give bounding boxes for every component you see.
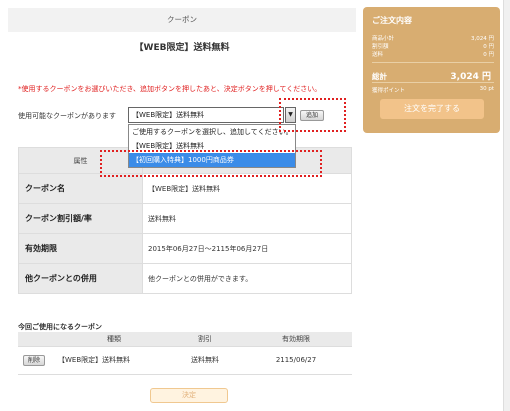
table-row: 削除 【WEB限定】送料無料 送料無料 2115/06/27 bbox=[18, 346, 352, 375]
attr-key: クーポン名 bbox=[18, 173, 143, 204]
cell-expiry: 2115/06/27 bbox=[240, 346, 352, 375]
complete-order-button[interactable]: 注文を完了する bbox=[380, 99, 484, 119]
divider bbox=[372, 82, 494, 83]
attr-value: 他クーポンとの併用ができます。 bbox=[142, 263, 352, 294]
cell-discount: 送料無料 bbox=[170, 346, 240, 375]
column-header: 有効期限 bbox=[240, 332, 352, 347]
highlight-annotation-option bbox=[100, 150, 322, 177]
delete-button[interactable]: 削除 bbox=[23, 354, 45, 366]
points-row: 獲得ポイント 30 pt bbox=[372, 86, 494, 94]
page-scrollbar[interactable] bbox=[503, 0, 510, 411]
main-content: クーポン 【WEB限定】送料無料 *使用するクーポンをお選びいただき、追加ボタン… bbox=[8, 0, 356, 411]
summary-title: ご注文内容 bbox=[372, 16, 412, 25]
attr-value: 【WEB限定】送料無料 bbox=[142, 173, 352, 204]
available-coupon-label: 使用可能なクーポンがあります bbox=[18, 112, 116, 120]
attr-value: 送料無料 bbox=[142, 203, 352, 234]
attr-value: 2015年06月27日～2115年06月27日 bbox=[142, 233, 352, 264]
total-value: 3,024 円 bbox=[450, 72, 491, 82]
summary-row: 割引額 0 円 bbox=[372, 44, 494, 50]
coupon-section-header: クーポン bbox=[8, 8, 356, 32]
decide-button[interactable]: 決定 bbox=[150, 388, 228, 403]
instruction-notice: *使用するクーポンをお選びいただき、追加ボタンを押したあと、決定ボタンを押してく… bbox=[18, 85, 322, 93]
highlight-annotation-add bbox=[279, 98, 346, 132]
attr-key: クーポン割引額/率 bbox=[18, 203, 143, 234]
summary-row: 商品小計 3,024 円 bbox=[372, 36, 494, 42]
dropdown-option[interactable]: ご使用するクーポンを選択し、追加してください。 bbox=[129, 125, 295, 139]
column-header: 割引 bbox=[170, 332, 240, 347]
coupon-select[interactable]: 【WEB限定】送料無料 bbox=[128, 107, 284, 123]
attr-key: 有効期限 bbox=[18, 233, 143, 264]
used-coupons-label: 今回ご使用になるクーポン bbox=[18, 323, 102, 331]
used-coupons-table: 種類 割引 有効期限 削除 【WEB限定】送料無料 送料無料 2115/06/2… bbox=[18, 332, 352, 375]
cell-type: 【WEB限定】送料無料 bbox=[58, 346, 170, 375]
divider bbox=[372, 62, 494, 63]
page-title: 【WEB限定】送料無料 bbox=[134, 43, 230, 53]
attr-key: 他クーポンとの併用 bbox=[18, 263, 143, 294]
column-header: 種類 bbox=[58, 332, 170, 347]
order-summary-panel: ご注文内容 商品小計 3,024 円 割引額 0 円 送料 0 円 総計 3,024 … bbox=[363, 7, 500, 133]
total-label: 総計 bbox=[372, 72, 387, 81]
summary-row: 送料 0 円 bbox=[372, 52, 494, 58]
